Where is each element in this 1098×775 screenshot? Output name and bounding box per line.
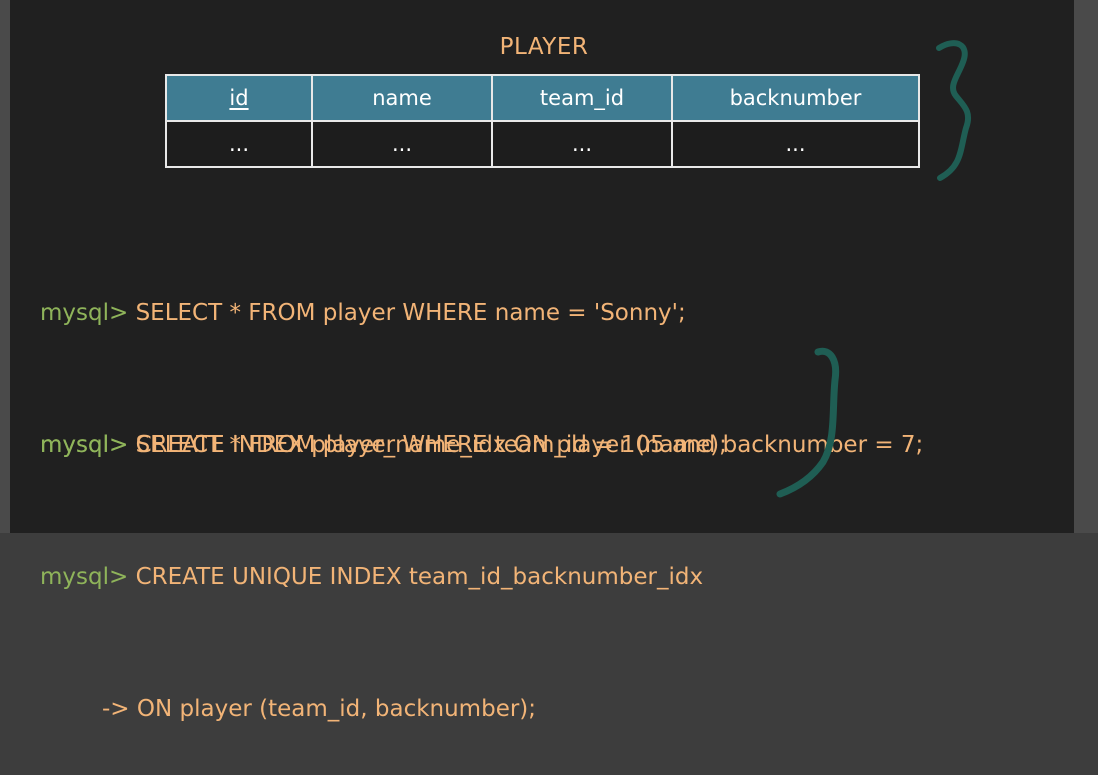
bracket-annotation xyxy=(776,347,840,498)
handwritten-annotations xyxy=(776,40,972,498)
brace-annotation xyxy=(936,40,972,181)
sql-statement: CREATE UNIQUE INDEX team_id_backnumber_i… xyxy=(128,564,704,590)
sql-line: mysql> CREATE UNIQUE INDEX team_id_backn… xyxy=(40,555,727,599)
mysql-prompt: mysql> xyxy=(40,564,129,590)
continuation-prompt: -> xyxy=(102,696,130,722)
sql-statement: ON player (team_id, backnumber); xyxy=(129,696,537,722)
sql-line: -> ON player (team_id, backnumber); xyxy=(40,687,727,731)
